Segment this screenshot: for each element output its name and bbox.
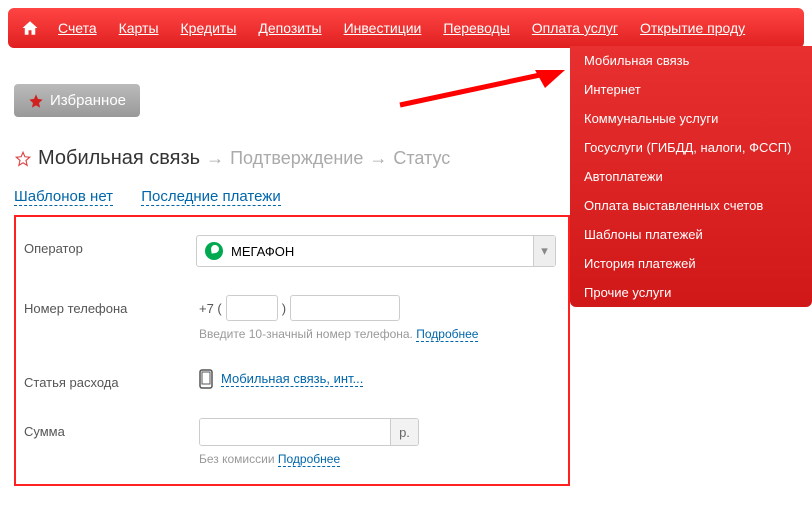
dropdown-autopay[interactable]: Автоплатежи (570, 162, 812, 191)
tab-recent[interactable]: Последние платежи (141, 188, 281, 206)
amount-helper: Без комиссии (199, 452, 275, 466)
operator-value: МЕГАФОН (231, 244, 294, 259)
tab-templates[interactable]: Шаблонов нет (14, 188, 113, 206)
dropdown-mobile[interactable]: Мобильная связь (570, 46, 812, 75)
star-outline-icon[interactable] (14, 150, 32, 168)
nav-payments[interactable]: Оплата услуг (532, 20, 618, 36)
breadcrumb-sep: → (369, 148, 387, 169)
megafon-icon (205, 242, 223, 260)
nav-open-product[interactable]: Открытие проду (640, 20, 745, 36)
breadcrumb-sep: → (206, 148, 224, 169)
dropdown-other[interactable]: Прочие услуги (570, 278, 812, 307)
favorites-label: Избранное (50, 92, 126, 109)
main-nav: Счета Карты Кредиты Депозиты Инвестиции … (8, 8, 804, 48)
dropdown-internet[interactable]: Интернет (570, 75, 812, 104)
breadcrumb-step-2: Статус (393, 148, 450, 169)
phone-sep: ) (282, 301, 286, 316)
operator-select[interactable]: МЕГАФОН ▾ (196, 235, 556, 267)
expense-label: Статья расхода (24, 369, 199, 390)
phone-number-input[interactable] (290, 295, 400, 321)
nav-credits[interactable]: Кредиты (181, 20, 237, 36)
phone-code-input[interactable] (226, 295, 278, 321)
nav-deposits[interactable]: Депозиты (258, 20, 321, 36)
phone-prefix: +7 ( (199, 301, 222, 316)
phone-more-link[interactable]: Подробнее (416, 327, 478, 342)
operator-label: Оператор (24, 235, 196, 256)
phone-icon (199, 369, 213, 389)
dropdown-utilities[interactable]: Коммунальные услуги (570, 104, 812, 133)
breadcrumb-step-1: Подтверждение (230, 148, 363, 169)
phone-label: Номер телефона (24, 295, 199, 316)
nav-cards[interactable]: Карты (119, 20, 159, 36)
amount-more-link[interactable]: Подробнее (278, 452, 340, 467)
expense-category-link[interactable]: Мобильная связь, инт... (199, 369, 556, 389)
payment-form: Оператор МЕГАФОН ▾ Номер телефона +7 ( )… (14, 215, 570, 486)
amount-input[interactable] (200, 419, 390, 445)
annotation-arrow (395, 70, 570, 110)
amount-currency: р. (390, 419, 418, 445)
nav-transfers[interactable]: Переводы (443, 20, 509, 36)
amount-label: Сумма (24, 418, 199, 439)
dropdown-invoices[interactable]: Оплата выставленных счетов (570, 191, 812, 220)
nav-investments[interactable]: Инвестиции (344, 20, 422, 36)
star-icon (28, 93, 44, 109)
dropdown-history[interactable]: История платежей (570, 249, 812, 278)
home-icon[interactable] (20, 19, 40, 37)
payments-dropdown: Мобильная связь Интернет Коммунальные ус… (570, 46, 812, 307)
breadcrumb-current: Мобильная связь (38, 147, 200, 170)
nav-accounts[interactable]: Счета (58, 20, 97, 36)
phone-helper: Введите 10-значный номер телефона. (199, 327, 413, 341)
chevron-down-icon: ▾ (533, 236, 555, 266)
dropdown-templates[interactable]: Шаблоны платежей (570, 220, 812, 249)
expense-link-text: Мобильная связь, инт... (221, 371, 363, 387)
dropdown-gov[interactable]: Госуслуги (ГИБДД, налоги, ФССП) (570, 133, 812, 162)
favorites-button[interactable]: Избранное (14, 84, 140, 117)
